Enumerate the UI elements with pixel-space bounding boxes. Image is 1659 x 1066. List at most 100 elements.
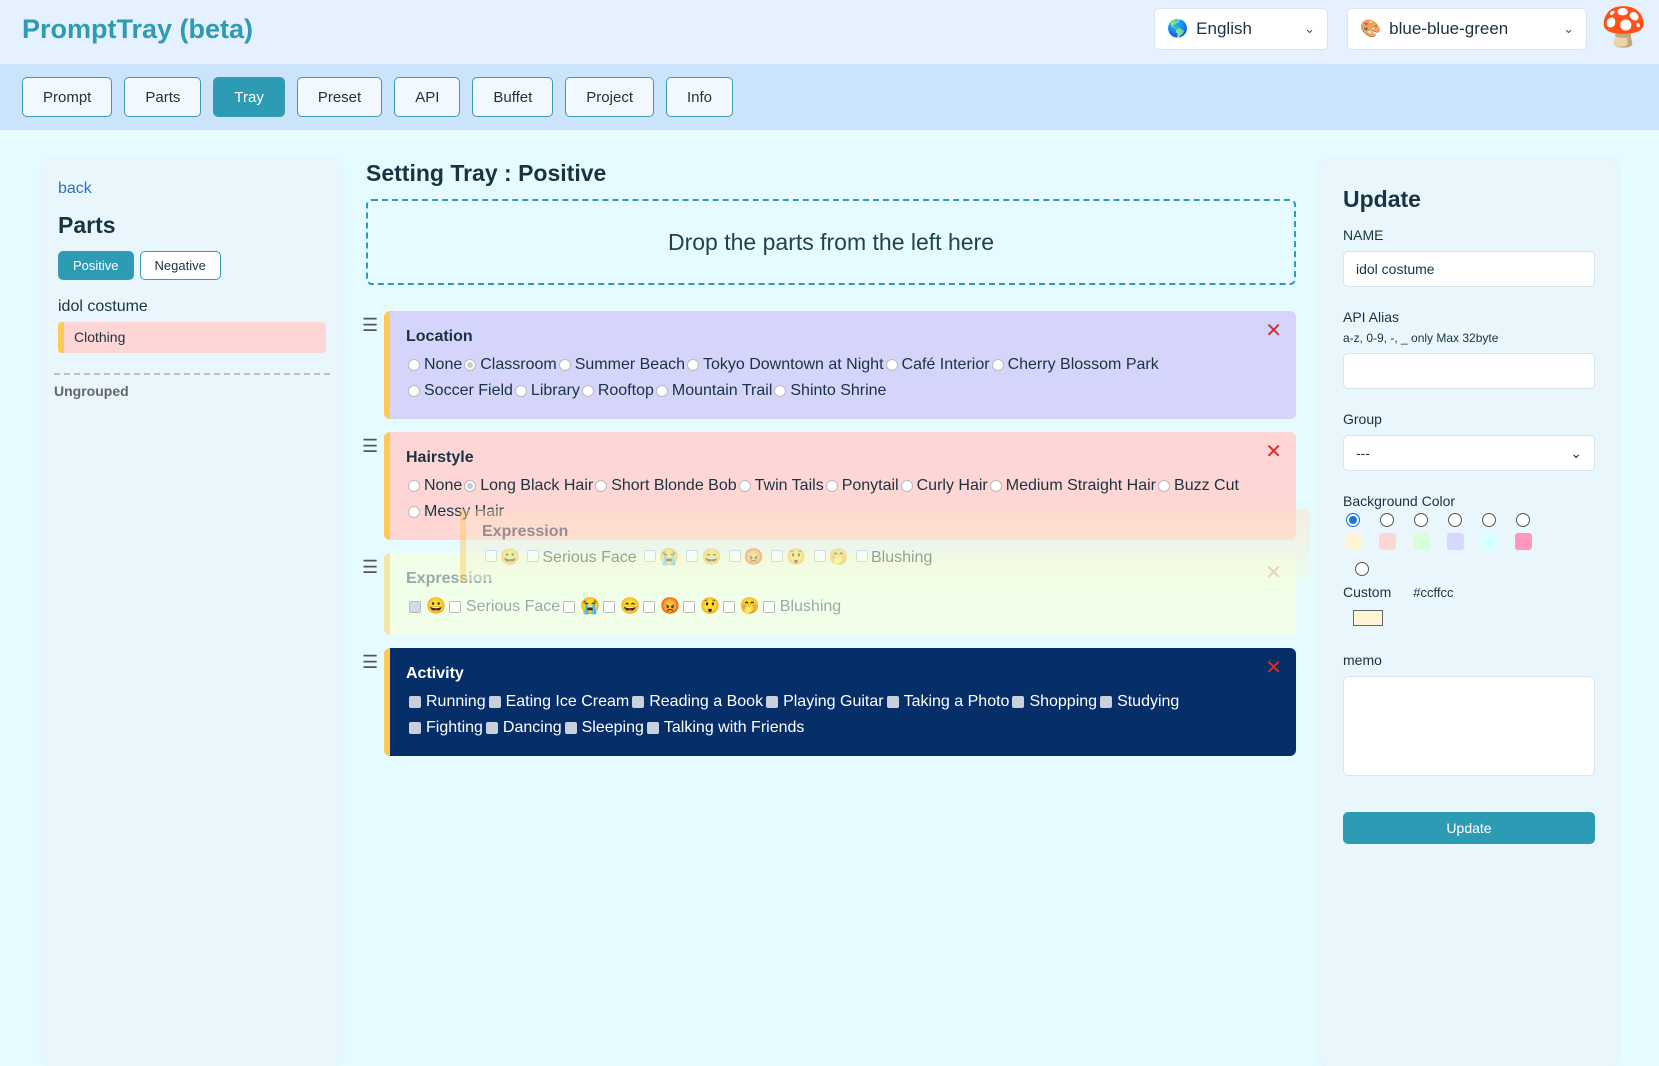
tray-card-hairstyle[interactable]: ☰ ✕ Hairstyle None Long Black Hair Short Blon…	[362, 432, 1296, 540]
radio-button[interactable]	[595, 480, 608, 492]
checkbox[interactable]	[409, 696, 421, 708]
option[interactable]: Messy Hair	[406, 500, 504, 524]
radio-button[interactable]	[464, 359, 477, 371]
checkbox[interactable]	[632, 696, 645, 708]
radio-button[interactable]	[991, 359, 1004, 371]
radio-button[interactable]	[408, 506, 420, 518]
drop-zone[interactable]: Drop the parts from the left here	[366, 199, 1296, 285]
radio-button[interactable]	[514, 385, 527, 397]
option[interactable]: Classroom	[462, 353, 557, 377]
mushroom-icon[interactable]: 🍄	[1600, 6, 1647, 50]
option[interactable]: Shinto Shrine	[772, 379, 886, 403]
option[interactable]: Dancing	[483, 716, 562, 740]
option[interactable]: Serious Face	[446, 595, 560, 619]
checkbox[interactable]	[643, 601, 656, 613]
memo-textarea[interactable]	[1343, 676, 1595, 776]
tray-card-activity[interactable]: ☰ ✕ Activity Running Eating Ice Cream Reading…	[362, 648, 1296, 756]
option[interactable]: Ponytail	[824, 474, 899, 498]
checkbox[interactable]	[1012, 696, 1025, 708]
option[interactable]: Long Black Hair	[462, 474, 593, 498]
checkbox[interactable]	[722, 601, 735, 613]
radio-button[interactable]	[989, 480, 1002, 492]
tab-api[interactable]: API	[394, 77, 461, 117]
option[interactable]: Short Blonde Bob	[593, 474, 737, 498]
drag-handle-icon[interactable]: ☰	[362, 650, 378, 674]
color-option[interactable]	[1377, 513, 1397, 550]
drag-handle-icon[interactable]: ☰	[362, 555, 378, 579]
checkbox[interactable]	[646, 722, 659, 734]
negative-button[interactable]: Negative	[139, 251, 221, 280]
radio-button[interactable]	[738, 480, 751, 492]
checkbox[interactable]	[1100, 696, 1113, 708]
option[interactable]: Taking a Photo	[884, 690, 1009, 714]
checkbox[interactable]	[886, 696, 899, 708]
color-radio[interactable]	[1380, 513, 1394, 527]
language-select[interactable]: 🌎 English ⌄	[1154, 8, 1328, 50]
option[interactable]: None	[406, 353, 462, 377]
checkbox[interactable]	[564, 722, 577, 734]
tab-parts[interactable]: Parts	[124, 77, 202, 117]
radio-button[interactable]	[825, 480, 838, 492]
option[interactable]: Cherry Blossom Park	[990, 353, 1159, 377]
radio-button[interactable]	[464, 480, 477, 492]
drag-handle-icon[interactable]: ☰	[362, 313, 378, 337]
radio-button[interactable]	[900, 480, 913, 492]
option[interactable]: Medium Straight Hair	[988, 474, 1156, 498]
option[interactable]: Sleeping	[562, 716, 644, 740]
radio-button[interactable]	[655, 385, 668, 397]
radio-button[interactable]	[408, 480, 420, 492]
option[interactable]: Eating Ice Cream	[486, 690, 629, 714]
color-radio[interactable]	[1346, 513, 1360, 527]
option[interactable]: Tokyo Downtown at Night	[685, 353, 884, 377]
checkbox[interactable]	[766, 696, 779, 708]
checkbox[interactable]	[563, 601, 576, 613]
radio-button[interactable]	[558, 359, 571, 371]
group-select[interactable]: --- ⌄	[1343, 435, 1595, 471]
option[interactable]: Curly Hair	[899, 474, 988, 498]
color-radio[interactable]	[1448, 513, 1462, 527]
remove-icon[interactable]: ✕	[1265, 319, 1282, 343]
checkbox[interactable]	[448, 601, 461, 613]
option[interactable]: Twin Tails	[737, 474, 824, 498]
checkbox[interactable]	[485, 722, 498, 734]
api-alias-input[interactable]	[1343, 353, 1595, 389]
custom-color-picker[interactable]	[1353, 610, 1383, 626]
positive-button[interactable]: Positive	[58, 251, 134, 280]
tab-project[interactable]: Project	[565, 77, 654, 117]
tray-card-expression[interactable]: ☰ ✕ Expression 😀 Serious Face 😭 😄 😡 😲 🤭 Blushing	[362, 553, 1296, 635]
color-option[interactable]	[1479, 513, 1499, 550]
option[interactable]: Playing Guitar	[763, 690, 884, 714]
option[interactable]: 😭	[560, 595, 600, 619]
option[interactable]: 😄	[600, 595, 640, 619]
remove-icon[interactable]: ✕	[1265, 440, 1282, 464]
color-option[interactable]	[1411, 513, 1431, 550]
option[interactable]: Shopping	[1009, 690, 1097, 714]
option[interactable]: Buzz Cut	[1156, 474, 1239, 498]
radio-button[interactable]	[581, 385, 594, 397]
color-option[interactable]	[1445, 513, 1465, 550]
checkbox[interactable]	[409, 601, 421, 613]
option[interactable]: Rooftop	[580, 379, 654, 403]
tab-tray[interactable]: Tray	[213, 77, 285, 117]
option[interactable]: Soccer Field	[406, 379, 513, 403]
checkbox[interactable]	[488, 696, 501, 708]
checkbox[interactable]	[603, 601, 616, 613]
tab-prompt[interactable]: Prompt	[22, 77, 113, 117]
color-option[interactable]	[1343, 513, 1363, 550]
custom-color-radio[interactable]	[1355, 562, 1369, 576]
radio-button[interactable]	[408, 359, 420, 371]
drag-handle-icon[interactable]: ☰	[362, 434, 378, 458]
radio-button[interactable]	[686, 359, 699, 371]
remove-icon[interactable]: ✕	[1265, 561, 1282, 585]
option[interactable]: Talking with Friends	[644, 716, 804, 740]
option[interactable]: Mountain Trail	[654, 379, 772, 403]
option[interactable]: Fighting	[406, 716, 483, 740]
name-input[interactable]: idol costume	[1343, 251, 1595, 287]
part-item-clothing[interactable]: Clothing	[58, 322, 326, 353]
radio-button[interactable]	[1158, 480, 1171, 492]
theme-select[interactable]: 🎨 blue-blue-green ⌄	[1347, 8, 1587, 50]
option[interactable]: Summer Beach	[557, 353, 685, 377]
remove-icon[interactable]: ✕	[1265, 656, 1282, 680]
option[interactable]: 😀	[406, 595, 446, 619]
option[interactable]: 😲	[680, 595, 720, 619]
